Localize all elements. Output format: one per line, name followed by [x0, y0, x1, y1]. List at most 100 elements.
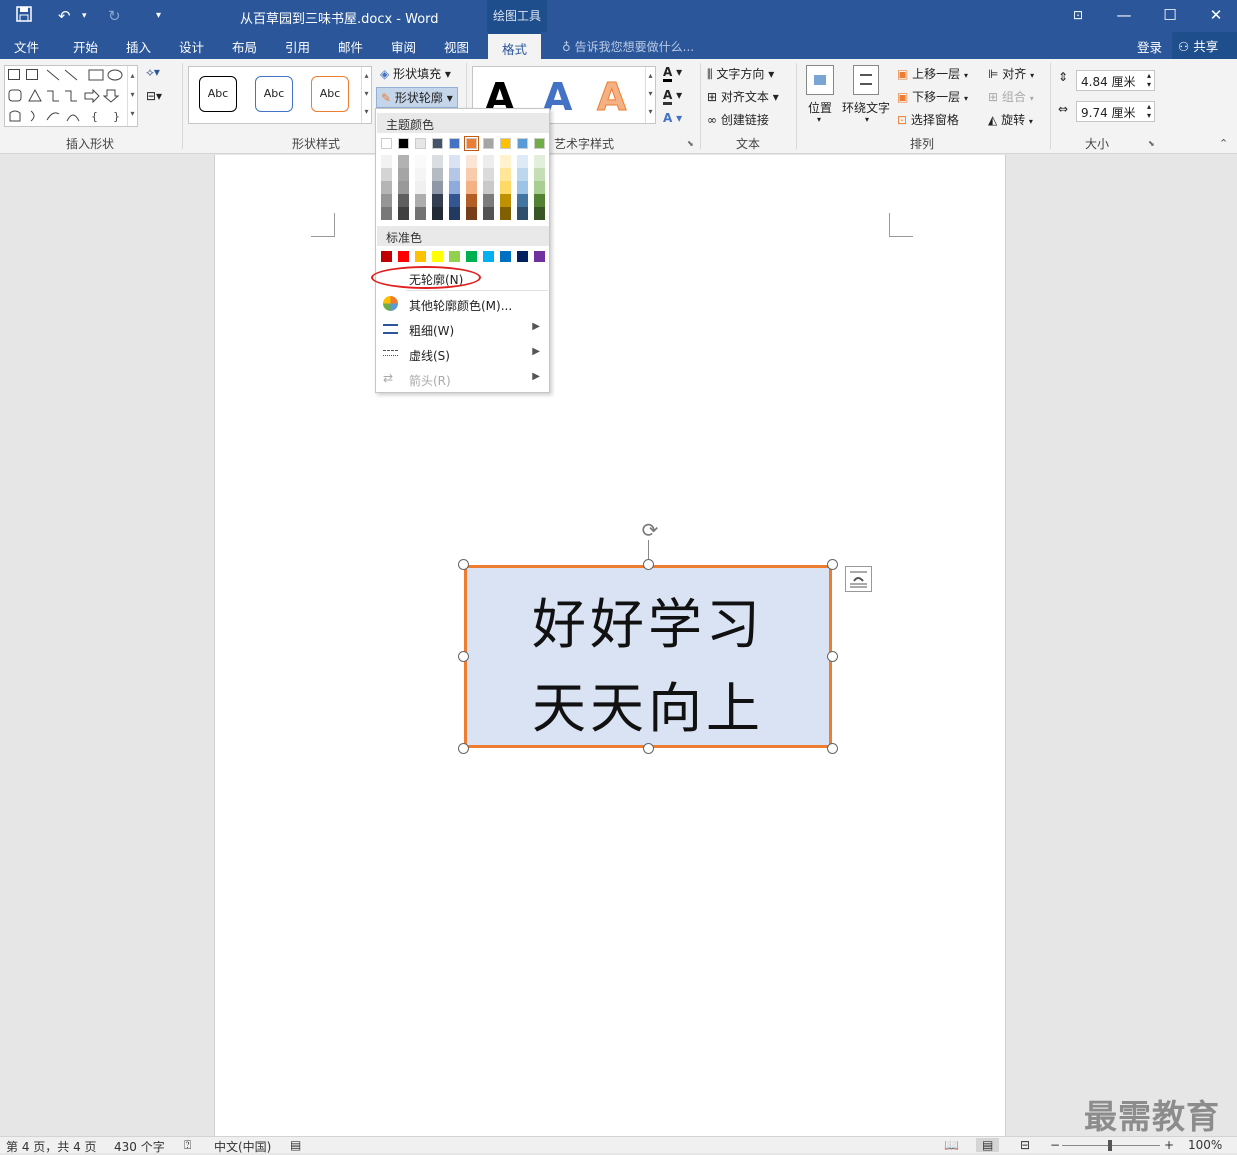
theme-color-shade-swatch[interactable]: [483, 181, 494, 194]
theme-color-shade-swatch[interactable]: [381, 194, 392, 207]
edit-shape-icon[interactable]: ⟡▾: [146, 65, 160, 80]
resize-handle[interactable]: [458, 651, 469, 662]
theme-color-shade-swatch[interactable]: [500, 181, 511, 194]
theme-color-shade-swatch[interactable]: [449, 207, 460, 220]
theme-color-swatch[interactable]: [534, 138, 545, 149]
theme-color-shade-swatch[interactable]: [534, 207, 545, 220]
theme-color-shade-swatch[interactable]: [517, 194, 528, 207]
theme-color-shade-swatch[interactable]: [466, 155, 477, 168]
theme-color-swatch[interactable]: [464, 136, 479, 151]
vertical-textbox-shape-icon[interactable]: [26, 69, 38, 80]
theme-color-shade-swatch[interactable]: [500, 194, 511, 207]
save-icon[interactable]: [16, 6, 32, 27]
theme-color-shade-swatch[interactable]: [381, 207, 392, 220]
theme-color-shade-swatch[interactable]: [483, 194, 494, 207]
standard-color-swatch[interactable]: [500, 251, 511, 262]
shape-style-black[interactable]: Abc: [199, 76, 237, 112]
standard-color-swatch[interactable]: [534, 251, 545, 262]
text-fill-icon[interactable]: A ▾: [663, 65, 682, 82]
text-direction-button[interactable]: ⫼ 文字方向 ▾: [707, 65, 774, 82]
text-effects-icon[interactable]: A ▾: [663, 111, 682, 125]
theme-color-swatch[interactable]: [415, 138, 426, 149]
width-spinner[interactable]: 9.74 厘米 ▴ ▾: [1076, 101, 1155, 122]
theme-color-shade-swatch[interactable]: [381, 168, 392, 181]
tab-format[interactable]: 格式: [488, 32, 542, 59]
shapes-scroll[interactable]: ▴ ▾ ▾: [127, 66, 137, 126]
theme-color-shade-swatch[interactable]: [466, 207, 477, 220]
theme-color-swatch[interactable]: [381, 138, 392, 149]
more-outline-colors-item[interactable]: 其他轮廓颜色(M)...: [376, 292, 549, 317]
align-text-button[interactable]: ⊞ 对齐文本 ▾: [707, 88, 779, 105]
theme-color-shade-swatch[interactable]: [483, 207, 494, 220]
tab-home[interactable]: 开始: [73, 37, 98, 56]
collapse-ribbon-icon[interactable]: ⌃: [1219, 137, 1228, 150]
standard-color-swatch[interactable]: [381, 251, 392, 262]
draw-textbox-icon[interactable]: ⊟▾: [146, 89, 162, 103]
standard-color-swatch[interactable]: [449, 251, 460, 262]
standard-color-swatch[interactable]: [415, 251, 426, 262]
close-button[interactable]: ✕: [1193, 0, 1237, 32]
theme-color-shade-swatch[interactable]: [415, 207, 426, 220]
theme-color-shade-swatch[interactable]: [415, 155, 426, 168]
theme-color-shade-swatch[interactable]: [534, 181, 545, 194]
theme-color-shade-swatch[interactable]: [398, 181, 409, 194]
web-layout-icon[interactable]: ⊟: [1020, 1138, 1030, 1152]
position-dropdown-icon[interactable]: ▾: [817, 115, 821, 124]
zoom-out-icon[interactable]: −: [1050, 1138, 1060, 1152]
theme-color-shade-swatch[interactable]: [466, 194, 477, 207]
theme-color-shade-swatch[interactable]: [517, 155, 528, 168]
wordart-dialog-launcher-icon[interactable]: ⬊: [687, 139, 694, 148]
create-link-button[interactable]: ∞ 创建链接: [707, 111, 769, 128]
resize-handle[interactable]: [458, 559, 469, 570]
shape-styles-gallery[interactable]: Abc Abc Abc ▴ ▾ ▾: [188, 66, 372, 124]
position-icon[interactable]: [806, 65, 834, 95]
theme-color-shade-swatch[interactable]: [517, 207, 528, 220]
language-indicator[interactable]: 中文(中国): [214, 1138, 271, 1155]
theme-color-swatch[interactable]: [432, 138, 443, 149]
theme-color-shade-swatch[interactable]: [432, 194, 443, 207]
position-button[interactable]: 位置: [808, 99, 832, 116]
rotation-handle-icon[interactable]: ⟳: [639, 519, 661, 541]
theme-color-shade-swatch[interactable]: [449, 155, 460, 168]
shape-fill-button[interactable]: ◈ 形状填充 ▾: [380, 65, 451, 82]
theme-color-shade-swatch[interactable]: [466, 168, 477, 181]
wrap-text-button[interactable]: 环绕文字: [842, 99, 890, 116]
theme-color-shade-swatch[interactable]: [534, 155, 545, 168]
weight-item[interactable]: 粗细(W) ▶: [376, 317, 549, 342]
theme-color-swatch[interactable]: [483, 138, 494, 149]
read-mode-icon[interactable]: 📖: [944, 1138, 959, 1152]
shape-style-blue[interactable]: Abc: [255, 76, 293, 112]
curve-shapes-icon[interactable]: {}: [7, 108, 127, 124]
print-layout-icon[interactable]: ▤: [976, 1138, 1000, 1152]
textbox-shape-icon[interactable]: [8, 69, 20, 80]
theme-color-swatch[interactable]: [449, 138, 460, 149]
tab-review[interactable]: 审阅: [391, 37, 416, 56]
selected-textbox[interactable]: 好好学习 天天向上: [464, 565, 832, 748]
theme-color-shade-swatch[interactable]: [432, 181, 443, 194]
textbox-line-2[interactable]: 天天向上: [467, 664, 829, 743]
theme-color-shade-swatch[interactable]: [432, 207, 443, 220]
theme-color-shade-swatch[interactable]: [500, 207, 511, 220]
arrows-item[interactable]: ⇄ 箭头(R) ▶: [376, 367, 549, 392]
theme-color-swatch[interactable]: [517, 138, 528, 149]
bring-forward-button[interactable]: ▣ 上移一层 ▾: [897, 65, 968, 82]
selection-pane-button[interactable]: ⊡ 选择窗格: [897, 111, 959, 128]
resize-handle[interactable]: [827, 559, 838, 570]
proofing-icon[interactable]: ⍰: [184, 1138, 191, 1153]
tab-insert[interactable]: 插入: [126, 37, 151, 56]
shape-style-orange[interactable]: Abc: [311, 76, 349, 112]
textbox-line-1[interactable]: 好好学习: [467, 580, 829, 659]
theme-color-shade-swatch[interactable]: [415, 168, 426, 181]
shapes-gallery[interactable]: {} ▴ ▾ ▾: [4, 65, 138, 127]
tab-references[interactable]: 引用: [285, 37, 310, 56]
theme-color-shade-swatch[interactable]: [500, 155, 511, 168]
theme-color-shade-swatch[interactable]: [398, 194, 409, 207]
standard-color-swatch[interactable]: [466, 251, 477, 262]
rotate-button[interactable]: ◭ 旋转 ▾: [988, 111, 1033, 128]
resize-handle[interactable]: [827, 651, 838, 662]
theme-color-shade-swatch[interactable]: [398, 155, 409, 168]
wordart-orange[interactable]: A: [596, 75, 626, 120]
word-count[interactable]: 430 个字: [114, 1138, 165, 1155]
dashes-item[interactable]: 虚线(S) ▶: [376, 342, 549, 367]
theme-color-shade-swatch[interactable]: [534, 194, 545, 207]
